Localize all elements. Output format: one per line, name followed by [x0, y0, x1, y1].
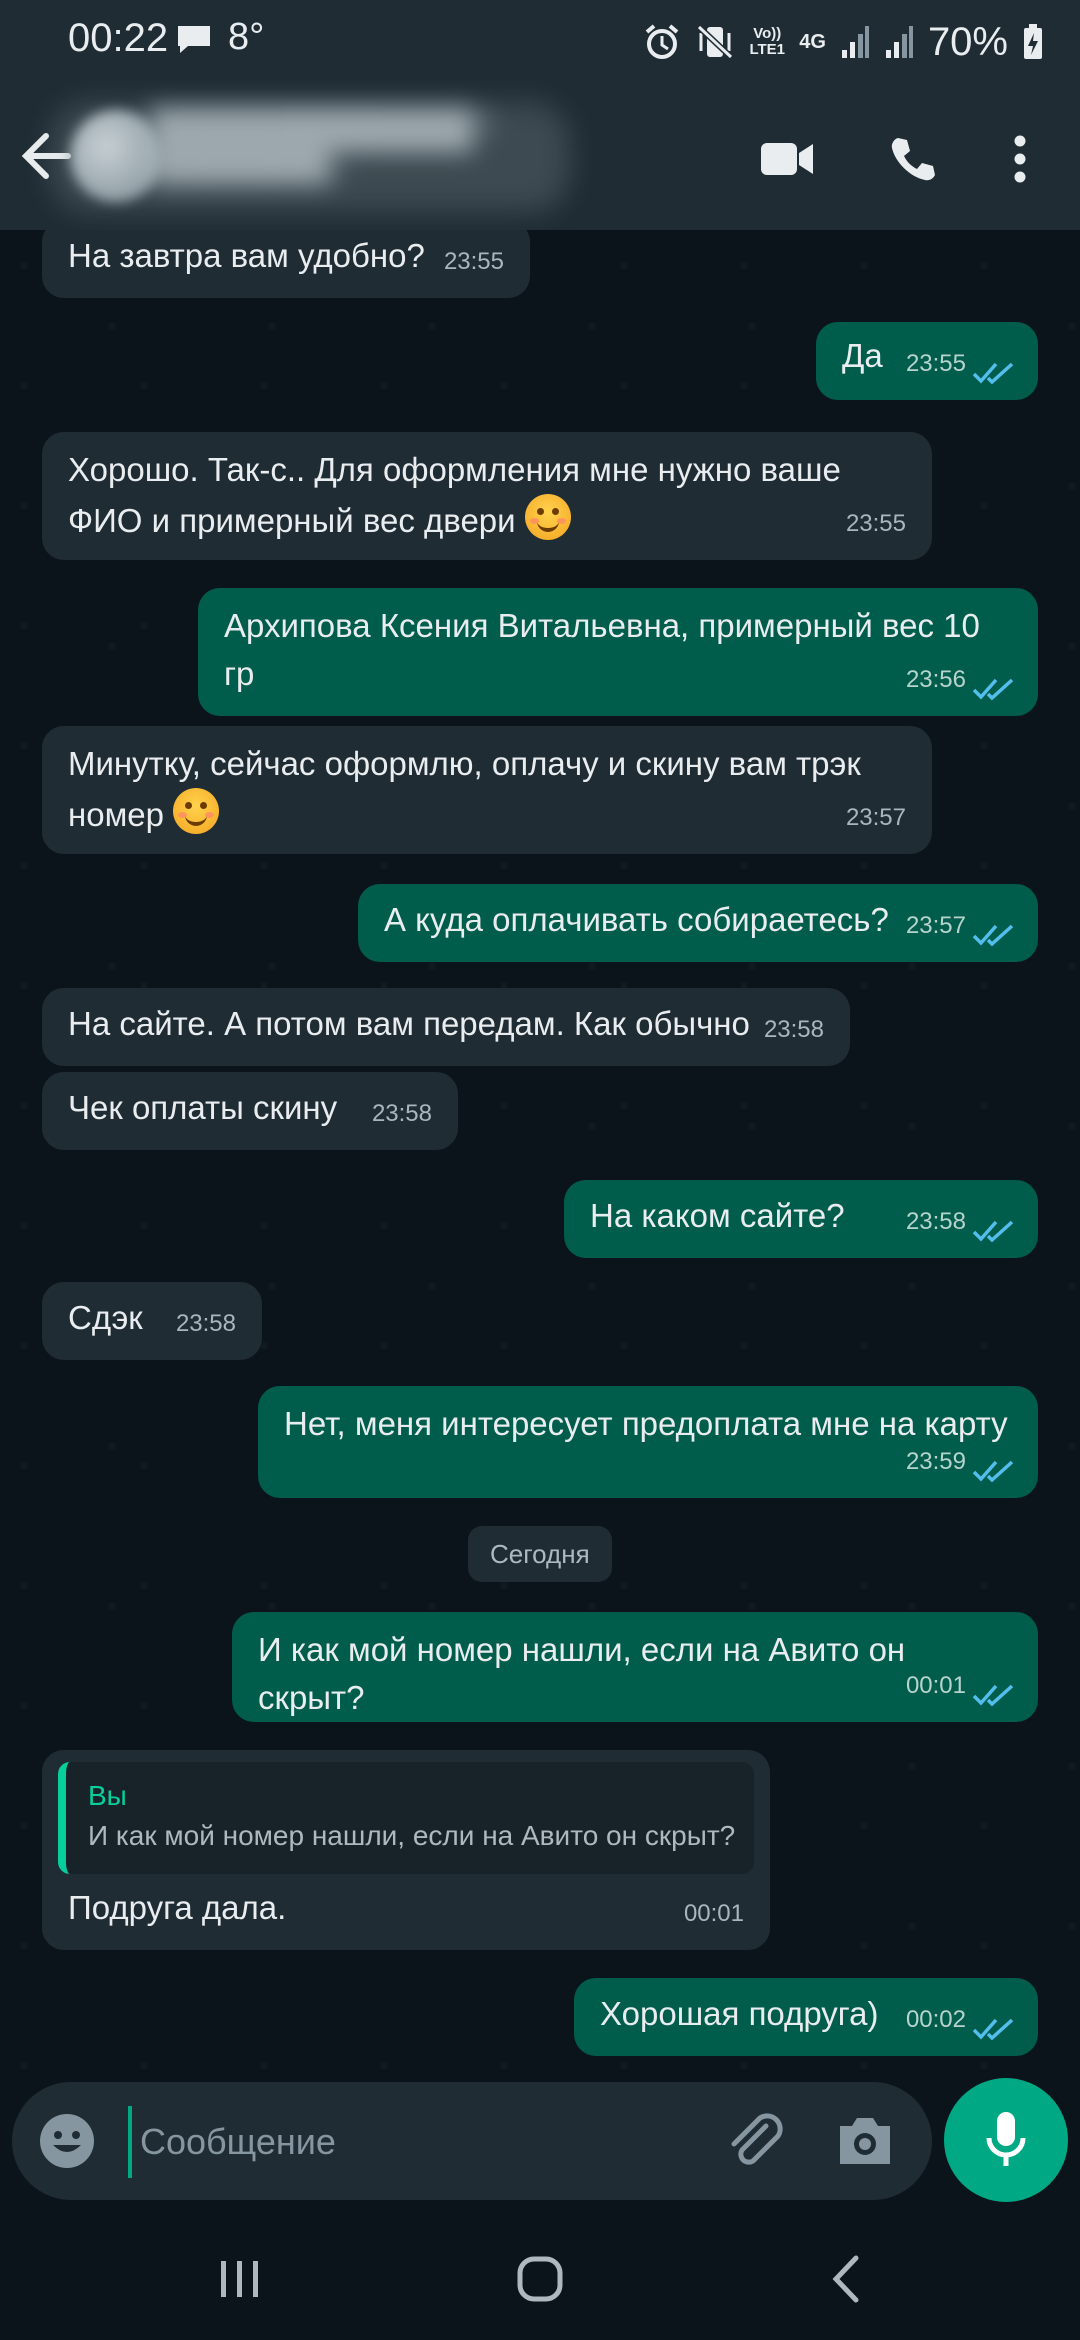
message-incoming[interactable]: На сайте. А потом вам передам. Как обычн…: [42, 988, 850, 1066]
home-button[interactable]: [500, 2244, 580, 2314]
message-text: Да: [842, 337, 883, 374]
avatar[interactable]: [70, 110, 162, 202]
message-outgoing[interactable]: Хорошая подруга) 00:02: [574, 1978, 1038, 2056]
microphone-icon: [986, 2112, 1026, 2166]
message-time: 23:55: [905, 350, 966, 377]
message-text: Нет, меня интересует предоплата мне на к…: [284, 1405, 1008, 1442]
read-receipt-icon: [972, 2018, 1014, 2041]
message-incoming[interactable]: Сдэк 23:58: [42, 1282, 262, 1360]
message-text: Подруга дала.: [68, 1889, 287, 1926]
message-outgoing[interactable]: А куда оплачивать собираетесь? 23:57: [358, 884, 1038, 962]
message-time: 23:59: [905, 1448, 966, 1475]
read-receipt-icon: [972, 1220, 1014, 1243]
message-incoming[interactable]: На завтра вам удобно? 23:55: [42, 230, 530, 298]
contact-status: █████████у: [150, 151, 343, 182]
quote-text: И как мой номер нашли, если на Авито он …: [88, 1820, 736, 1851]
smiling-eyes-emoji: [173, 788, 220, 834]
message-text: На каком сайте?: [590, 1197, 845, 1234]
status-icons: Vo)) LTE1 4G 70%: [643, 14, 1044, 70]
message-text: И как мой номер нашли, если на Авито он …: [258, 1631, 906, 1716]
message-incoming-reply[interactable]: Вы И как мой номер нашли, если на Авито …: [42, 1750, 770, 1950]
message-time: 00:02: [905, 2006, 966, 2033]
battery-charging-icon: [1024, 24, 1042, 59]
video-call-button[interactable]: [752, 124, 822, 194]
message-text: Чек оплаты скину: [68, 1089, 338, 1126]
recent-apps-button[interactable]: [200, 2244, 280, 2314]
message-time: 23:58: [371, 1100, 432, 1127]
message-composer: [12, 2082, 932, 2200]
read-receipt-icon: [972, 1684, 1014, 1707]
message-incoming[interactable]: Хорошо. Так-с.. Для оформления мне нужно…: [42, 432, 932, 560]
message-text: Архипова Ксения Витальевна, примерный ве…: [224, 607, 980, 692]
recents-icon: [221, 2261, 258, 2297]
message-outgoing[interactable]: Архипова Ксения Витальевна, примерный ве…: [198, 588, 1038, 716]
message-time: 00:01: [905, 1672, 966, 1699]
message-notification-icon: [178, 26, 210, 53]
message-text: На завтра вам удобно?: [68, 237, 425, 274]
phone-icon: [891, 138, 935, 181]
message-outgoing[interactable]: И как мой номер нашли, если на Авито он …: [232, 1612, 1038, 1722]
more-vertical-icon: [1014, 135, 1026, 183]
system-navigation-bar: [0, 2214, 1080, 2340]
video-camera-icon: [761, 143, 813, 175]
overflow-menu-button[interactable]: [990, 124, 1050, 194]
status-temperature: 8°: [228, 16, 265, 58]
message-time: 23:57: [845, 804, 906, 831]
message-time: 23:57: [905, 912, 966, 939]
message-time: 23:55: [443, 248, 504, 275]
paperclip-icon[interactable]: [722, 2108, 788, 2174]
network-type-icon: 4G: [799, 30, 826, 53]
chat-header: ████████████? █████████у: [0, 84, 1080, 230]
message-time: 23:58: [763, 1016, 824, 1043]
read-receipt-icon: [972, 362, 1014, 385]
contact-info[interactable]: ████████████? █████████у: [150, 108, 550, 204]
message-outgoing[interactable]: На каком сайте? 23:58: [564, 1180, 1038, 1258]
message-incoming[interactable]: Чек оплаты скину 23:58: [42, 1072, 458, 1150]
message-outgoing[interactable]: Да 23:55: [816, 322, 1038, 400]
message-time: 23:56: [905, 666, 966, 693]
system-back-button[interactable]: [806, 2244, 886, 2314]
signal-2-icon: [885, 26, 913, 58]
message-text: Хорошая подруга): [600, 1995, 879, 2032]
vibrate-mute-icon: [697, 24, 734, 60]
read-receipt-icon: [972, 1460, 1014, 1483]
chat-area[interactable]: На завтра вам удобно? 23:55 Да 23:55 Хор…: [0, 230, 1080, 2070]
message-input[interactable]: [128, 2106, 722, 2178]
message-time: 23:55: [845, 510, 906, 537]
quoted-message[interactable]: Вы И как мой номер нашли, если на Авито …: [58, 1762, 754, 1874]
signal-1-icon: [841, 26, 869, 58]
message-outgoing[interactable]: Нет, меня интересует предоплата мне на к…: [258, 1386, 1038, 1498]
message-time: 23:58: [175, 1310, 236, 1337]
voice-call-button[interactable]: [878, 124, 948, 194]
status-bar: 00:22 8° Vo)) LTE1 4G 70%: [0, 0, 1080, 84]
message-incoming[interactable]: Минутку, сейчас оформлю, оплачу и скину …: [42, 726, 932, 854]
volte-icon: Vo)) LTE1: [749, 25, 786, 58]
voice-record-button[interactable]: [944, 2078, 1068, 2202]
battery-percent: 70%: [927, 19, 1008, 64]
date-separator: Сегодня: [468, 1526, 612, 1582]
emoji-icon[interactable]: [36, 2110, 98, 2172]
contact-name: ████████████?: [150, 108, 495, 150]
message-text: Хорошо. Так-с.. Для оформления мне нужно…: [68, 451, 841, 539]
message-text: А куда оплачивать собираетесь?: [384, 901, 889, 938]
read-receipt-icon: [972, 924, 1014, 947]
status-time: 00:22: [68, 16, 169, 60]
message-text: На сайте. А потом вам передам. Как обычн…: [68, 1005, 750, 1042]
back-chevron-icon: [832, 2255, 859, 2303]
read-receipt-icon: [972, 678, 1014, 701]
smiling-face-emoji: [524, 494, 571, 540]
message-text: Сдэк: [68, 1299, 143, 1336]
message-time: 23:58: [905, 1208, 966, 1235]
alarm-icon: [645, 24, 679, 59]
camera-icon[interactable]: [832, 2110, 898, 2172]
message-time: 00:01: [683, 1900, 744, 1927]
home-icon: [517, 2256, 563, 2302]
quote-author: Вы: [88, 1780, 127, 1811]
